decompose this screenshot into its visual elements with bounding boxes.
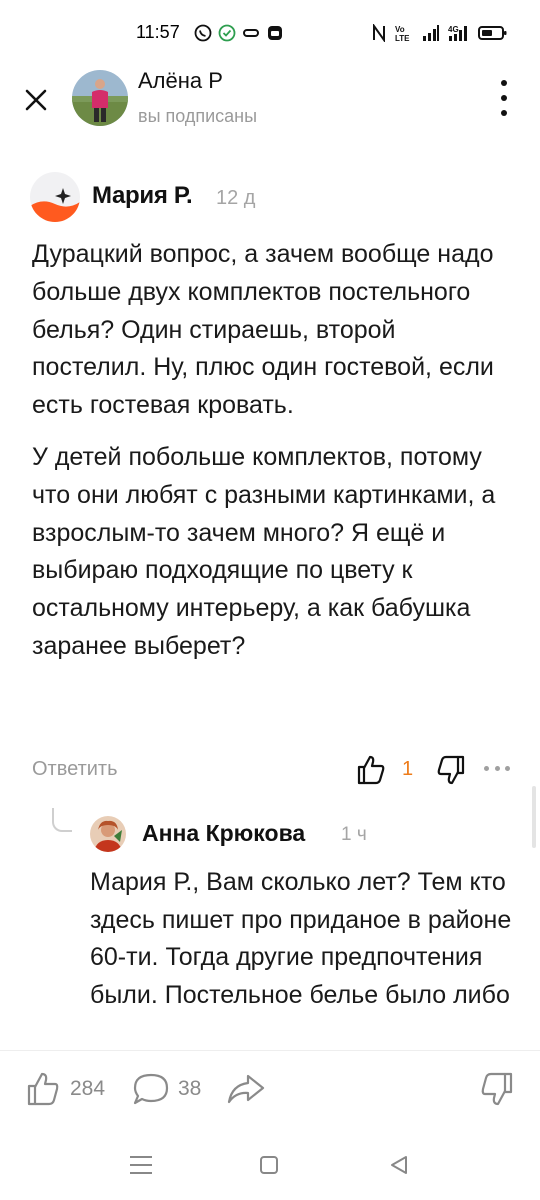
link-icon [242,24,260,42]
close-icon [25,89,47,111]
comment-author[interactable]: Мария Р. [92,182,193,210]
comment-paragraph: Дурацкий вопрос, а зачем вообще надо бол… [32,240,494,420]
nfc-icon [372,24,386,42]
reply-time: 1 ч [341,824,367,845]
svg-text:4G: 4G [448,25,459,34]
thumbs-up-icon[interactable] [356,754,386,786]
comment-actions: Ответить 1 [0,752,540,792]
notification-icon [266,24,284,42]
author-avatar[interactable] [72,70,128,126]
comment-paragraph: У детей побольше комплектов, потому что … [32,442,496,660]
comment-more-button[interactable] [484,766,510,774]
battery-icon [478,24,508,42]
signal-icon [422,24,440,42]
reply-button[interactable]: Ответить [32,758,118,781]
reply-author[interactable]: Анна Крюкова [142,820,305,847]
4g-signal-icon: 4G [448,24,470,42]
scrollbar[interactable] [532,786,536,848]
menu-line-icon [130,1156,152,1158]
menu-line-icon [130,1172,152,1174]
recent-apps-button[interactable] [130,1156,152,1174]
comment-body: Дурацкий вопрос, а зачем вообще надо бол… [32,236,512,680]
status-left-icons [194,24,284,42]
comment-avatar[interactable] [30,172,80,222]
home-button[interactable] [260,1156,278,1174]
reply-body: Мария Р., Вам сколько лет? Тем кто здесь… [90,868,512,1009]
menu-line-icon [130,1164,152,1166]
back-icon[interactable] [388,1154,410,1176]
header: Алёна Р вы подписаны [0,64,540,156]
svg-text:Vo: Vo [395,25,405,34]
svg-text:LTE: LTE [395,34,410,42]
like-count: 1 [402,758,414,780]
status-right-icons: Vo LTE 4G [372,24,508,42]
post-like-icon[interactable] [26,1071,60,1107]
header-author-name[interactable]: Алёна Р [138,68,223,94]
thumbs-down-icon[interactable] [436,754,466,786]
reply-avatar[interactable] [90,816,126,852]
comment-time: 12 д [216,187,256,209]
whatsapp-icon [194,24,212,42]
system-nav-bar [0,1130,540,1200]
close-button[interactable] [20,84,52,116]
more-dot-icon [501,95,507,101]
post-like-count: 284 [70,1077,106,1100]
share-icon[interactable] [226,1071,266,1107]
post-comment-count: 38 [178,1077,202,1100]
bottom-action-bar: 284 38 [0,1050,540,1130]
dot-icon [484,766,489,771]
subscription-status: вы подписаны [138,106,258,126]
more-dot-icon [501,110,507,116]
reply-thread-line [52,808,72,832]
status-bar: 11:57 Vo LTE 4G [0,0,540,64]
more-options-button[interactable] [492,80,516,116]
check-circle-icon [218,24,236,42]
more-dot-icon [501,80,507,86]
comment-bubble-icon[interactable] [132,1071,170,1107]
volte-icon: Vo LTE [394,24,414,42]
post-dislike-icon[interactable] [480,1071,514,1107]
dot-icon [505,766,510,771]
status-time: 11:57 [136,22,180,42]
dot-icon [494,766,500,771]
